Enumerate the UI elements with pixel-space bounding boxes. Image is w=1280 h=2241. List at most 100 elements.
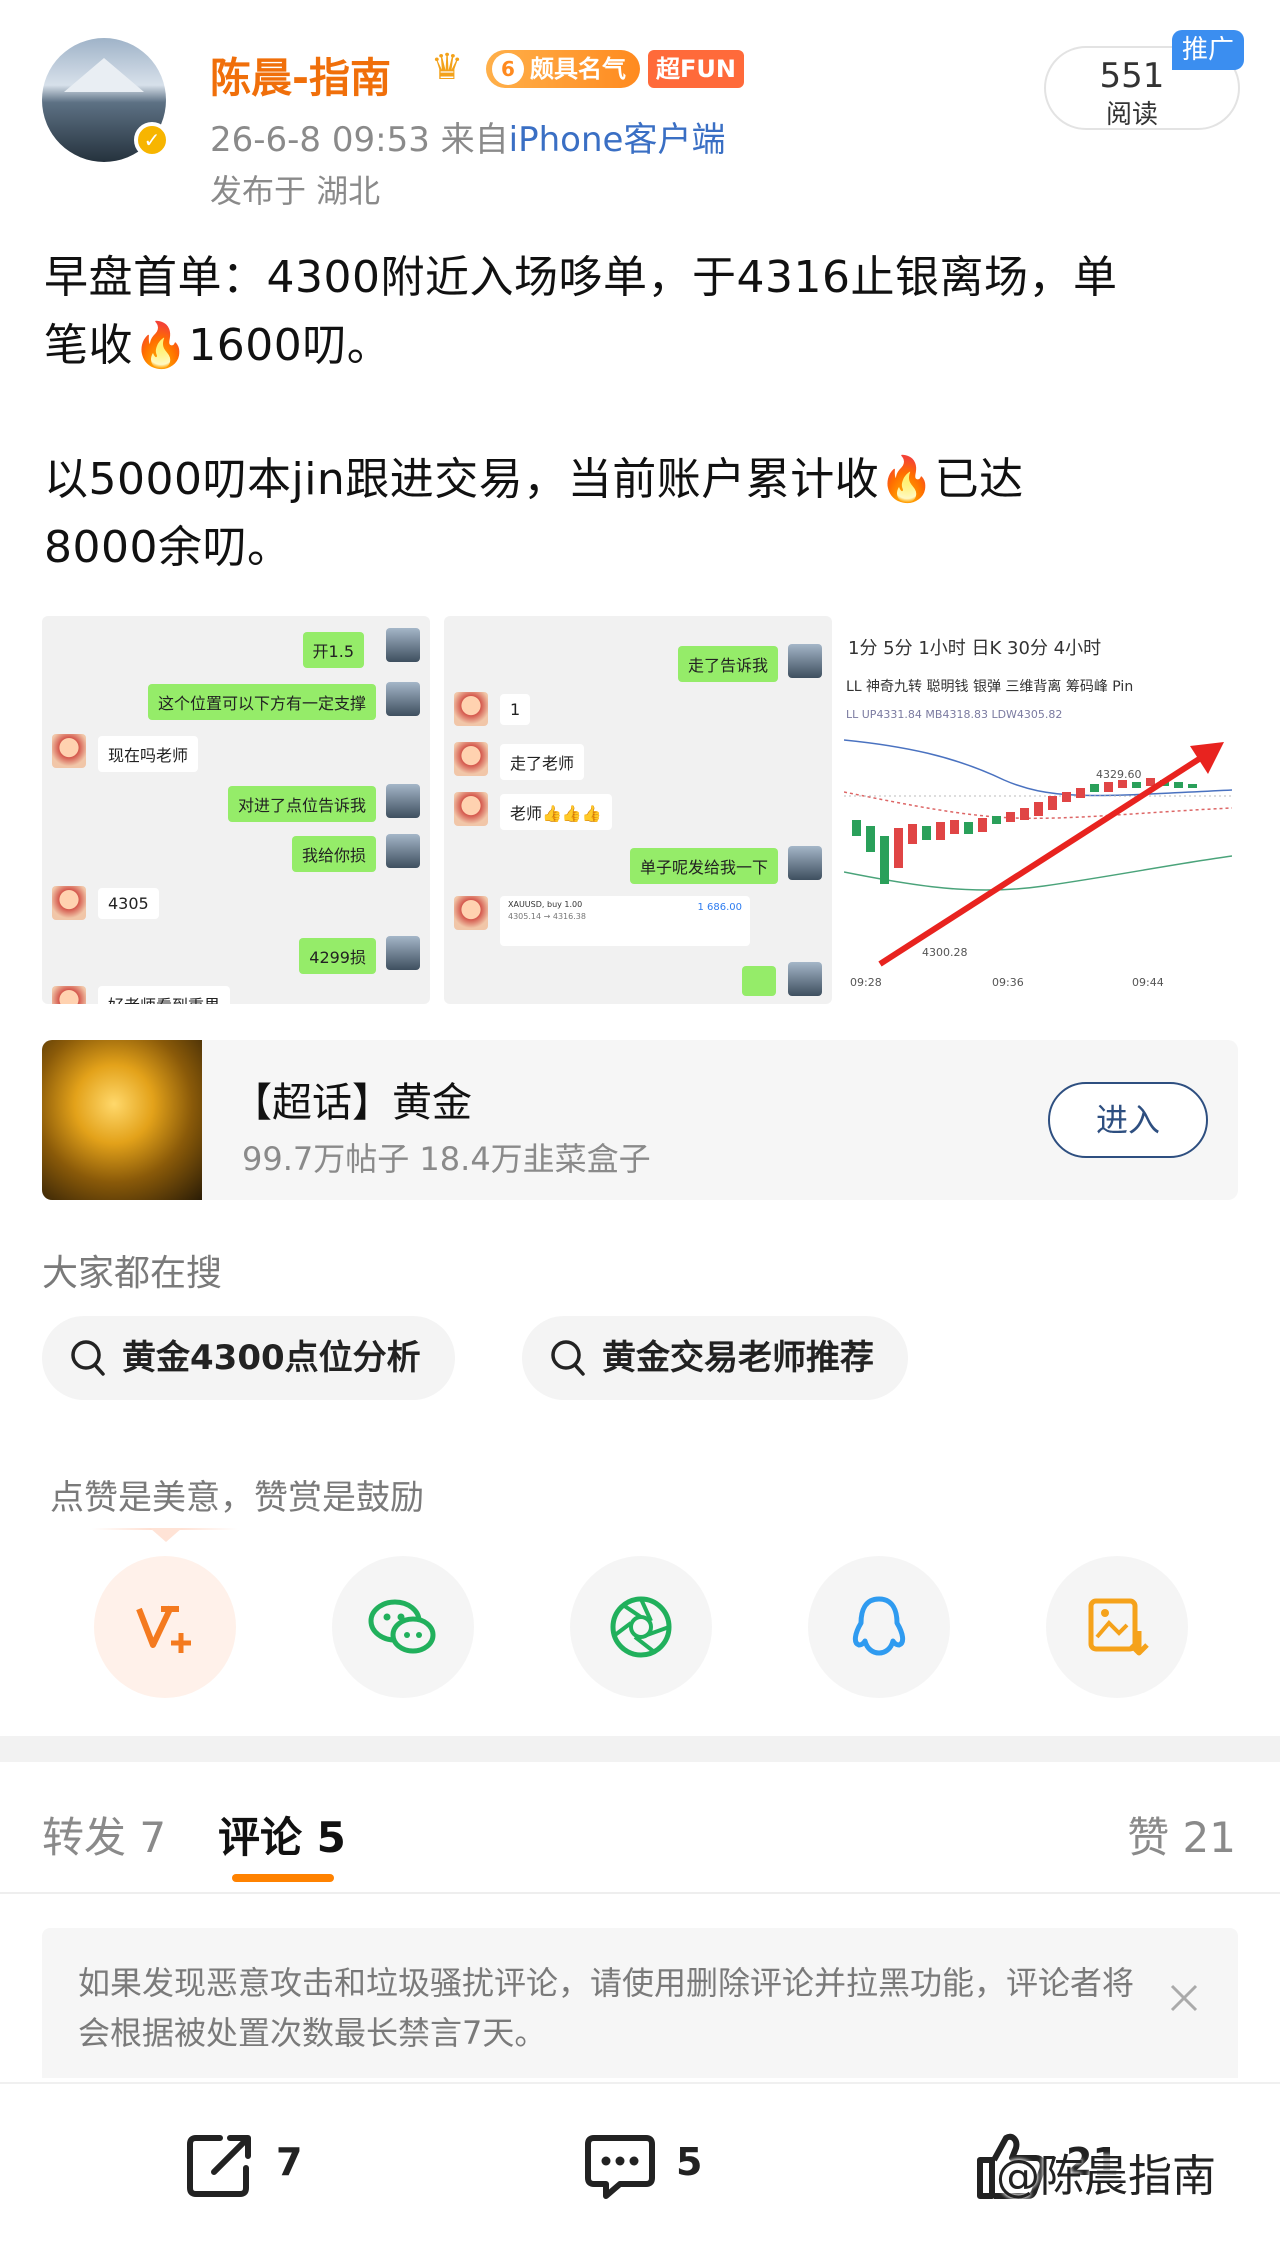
search-chip-label: 黄金交易老师推荐 bbox=[602, 1338, 874, 1378]
kline-chart: 4329.60 4300.28 09:28 09:36 09:44 bbox=[844, 739, 1232, 989]
notice-text: 如果发现恶意攻击和垃圾骚扰评论，请使用删除评论并拉黑功能，评论者将会根据被处置次… bbox=[78, 1964, 1135, 2052]
post-image-chat-2[interactable]: 走了告诉我 1 走了老师 老师👍👍👍 单子呢发给我一下 XAUUSD, buy … bbox=[444, 616, 832, 1004]
qq-penguin-icon bbox=[852, 1596, 906, 1656]
chat-bubble: 1 bbox=[500, 694, 531, 725]
chat-bubble: 好老师看到重果 bbox=[98, 986, 231, 1004]
chart-time-label: 09:44 bbox=[1132, 976, 1164, 989]
active-tab-indicator bbox=[232, 1874, 334, 1882]
search-chip-1[interactable]: 黄金4300点位分析 bbox=[42, 1316, 455, 1400]
chat-avatar bbox=[788, 644, 822, 678]
chart-low-label: 4300.28 bbox=[922, 946, 968, 959]
post-paragraph-2: 以5000叨本jin跟进交易，当前账户累计收🔥已达 8000余叨。 bbox=[44, 446, 1244, 582]
promo-tag[interactable]: 推广 bbox=[1172, 30, 1245, 70]
chat-avatar bbox=[52, 986, 86, 1004]
avatar-mountain-image bbox=[64, 58, 144, 92]
section-divider bbox=[0, 1736, 1280, 1762]
wechat-icon bbox=[368, 1599, 436, 1654]
reward-hint: 点赞是美意，赞赏是鼓励 bbox=[50, 1478, 424, 1518]
chat-avatar bbox=[386, 784, 420, 818]
fame-level: 6 bbox=[492, 53, 524, 85]
close-icon[interactable] bbox=[1164, 1978, 1204, 2018]
post-line-4: 8000余叨。 bbox=[44, 522, 292, 573]
fun-badge[interactable]: 超FUN bbox=[648, 50, 744, 88]
v-plus-icon bbox=[136, 1605, 191, 1653]
tip-button[interactable] bbox=[94, 1556, 236, 1698]
save-image-button[interactable] bbox=[1046, 1556, 1188, 1698]
post-line-2: 笔收🔥1600叨。 bbox=[44, 320, 392, 371]
chat-avatar bbox=[52, 886, 86, 920]
post-source[interactable]: iPhone客户端 bbox=[509, 120, 726, 160]
chat-avatar bbox=[454, 792, 488, 826]
chat-bubble: 这个位置可以下方有一定支撑 bbox=[147, 684, 376, 720]
post-meta: 26-6-8 09:53 来自iPhone客户端 bbox=[210, 112, 725, 161]
share-qq-button[interactable] bbox=[808, 1556, 950, 1698]
chat-avatar bbox=[386, 682, 420, 716]
chat-bubble: 单子呢发给我一下 bbox=[629, 848, 778, 884]
from-prefix: 来自 bbox=[440, 120, 509, 160]
save-image-icon bbox=[1088, 1598, 1149, 1656]
share-moments-button[interactable] bbox=[570, 1556, 712, 1698]
share-action[interactable]: 7 bbox=[180, 2126, 320, 2206]
chat-bubble: 走了告诉我 bbox=[677, 646, 778, 682]
fire-emoji-icon: 🔥 bbox=[879, 454, 935, 505]
chat-avatar bbox=[386, 628, 420, 662]
tab-like[interactable]: 赞 21 bbox=[1127, 1804, 1236, 1865]
post-image-chat-1[interactable]: 开1.5 这个位置可以下方有一定支撑 现在吗老师 对进了点位告诉我 我给你损 4… bbox=[42, 616, 430, 1004]
chat-bubble: 走了老师 bbox=[500, 744, 585, 780]
chart-time-label: 09:28 bbox=[850, 976, 882, 989]
chart-time-label: 09:36 bbox=[992, 976, 1024, 989]
share-icon bbox=[187, 2135, 251, 2197]
fire-emoji-icon: 🔥 bbox=[133, 320, 189, 371]
post-location: 发布于 湖北 bbox=[210, 172, 381, 210]
post-line-1: 早盘首单：4300附近入场哆单，于4316止银离场，单 bbox=[44, 252, 1118, 303]
chat-avatar bbox=[386, 936, 420, 970]
post-time: 26-6-8 09:53 bbox=[210, 120, 430, 160]
topic-title: 【超话】黄金 bbox=[232, 1080, 472, 1126]
chart-timeframe-tabs: 1分 5分 1小时 日K 30分 4小时 bbox=[848, 638, 1102, 659]
chat-avatar bbox=[454, 742, 488, 776]
gold-bars-thumbnail bbox=[42, 1040, 202, 1200]
crown-icon: ♛ bbox=[430, 47, 464, 88]
search-icon bbox=[71, 1340, 105, 1376]
moments-aperture-icon bbox=[610, 1596, 672, 1658]
chat-avatar bbox=[788, 846, 822, 880]
post-paragraph-1: 早盘首单：4300附近入场哆单，于4316止银离场，单 笔收🔥1600叨。 bbox=[44, 244, 1244, 380]
post-line-3: 以5000叨本jin跟进交易，当前账户累计收🔥已达 bbox=[44, 454, 1024, 505]
chat-bubble: 我给你损 bbox=[291, 836, 376, 872]
tab-repost[interactable]: 转发 7 bbox=[42, 1804, 166, 1865]
topic-card[interactable]: 【超话】黄金 99.7万帖子 18.4万韭菜盒子 进入 bbox=[42, 1040, 1238, 1200]
chat-bubble: 老师👍👍👍 bbox=[500, 794, 612, 830]
comment-notice: 如果发现恶意攻击和垃圾骚扰评论，请使用删除评论并拉黑功能，评论者将会根据被处置次… bbox=[42, 1928, 1238, 2078]
comment-action[interactable]: 5 bbox=[580, 2126, 720, 2206]
fame-badge-label: 颇具名气 bbox=[530, 55, 626, 83]
username[interactable]: 陈晨-指南 bbox=[210, 44, 391, 104]
tabs-divider bbox=[0, 1892, 1280, 1894]
comment-bubble-icon bbox=[585, 2135, 655, 2199]
chat-avatar bbox=[454, 896, 488, 930]
trending-search-header: 大家都在搜 bbox=[42, 1253, 223, 1294]
fame-badge[interactable]: 6 颇具名气 bbox=[486, 50, 640, 88]
chart-high-label: 4329.60 bbox=[1096, 768, 1142, 781]
chat-bubble: 开1.5 bbox=[302, 632, 364, 668]
tab-comment[interactable]: 评论 5 bbox=[218, 1804, 346, 1865]
chat-bubble: 现在吗老师 bbox=[98, 736, 199, 772]
avatar[interactable]: ✓ bbox=[42, 38, 170, 162]
search-chip-2[interactable]: 黄金交易老师推荐 bbox=[522, 1316, 908, 1400]
comment-count: 5 bbox=[676, 2140, 703, 2184]
trade-card: XAUUSD, buy 1.00 4305.14 → 4316.38 1 686… bbox=[500, 896, 750, 946]
chat-avatar bbox=[386, 834, 420, 868]
search-chip-label: 黄金4300点位分析 bbox=[122, 1338, 421, 1378]
chat-bubble: 对进了点位告诉我 bbox=[227, 786, 376, 822]
search-icon bbox=[551, 1340, 585, 1376]
chart-indicator-tabs: LL 神奇九转 聪明钱 银弹 三维背离 筹码峰 Pin bbox=[846, 679, 1134, 695]
share-wechat-button[interactable] bbox=[332, 1556, 474, 1698]
share-count: 7 bbox=[276, 2140, 303, 2184]
watermark: @陈晨指南 bbox=[996, 2151, 1216, 2202]
verified-badge-icon: ✓ bbox=[134, 122, 170, 158]
chat-bubble: 4299损 bbox=[299, 938, 376, 974]
enter-topic-button[interactable]: 进入 bbox=[1048, 1082, 1208, 1158]
chat-avatar bbox=[454, 692, 488, 726]
chat-bubble: 4305 bbox=[98, 888, 159, 919]
chat-avatar bbox=[52, 734, 86, 768]
post-image-kline-chart[interactable]: 1分 5分 1小时 日K 30分 4小时 LL 神奇九转 聪明钱 银弹 三维背离… bbox=[844, 616, 1232, 1004]
